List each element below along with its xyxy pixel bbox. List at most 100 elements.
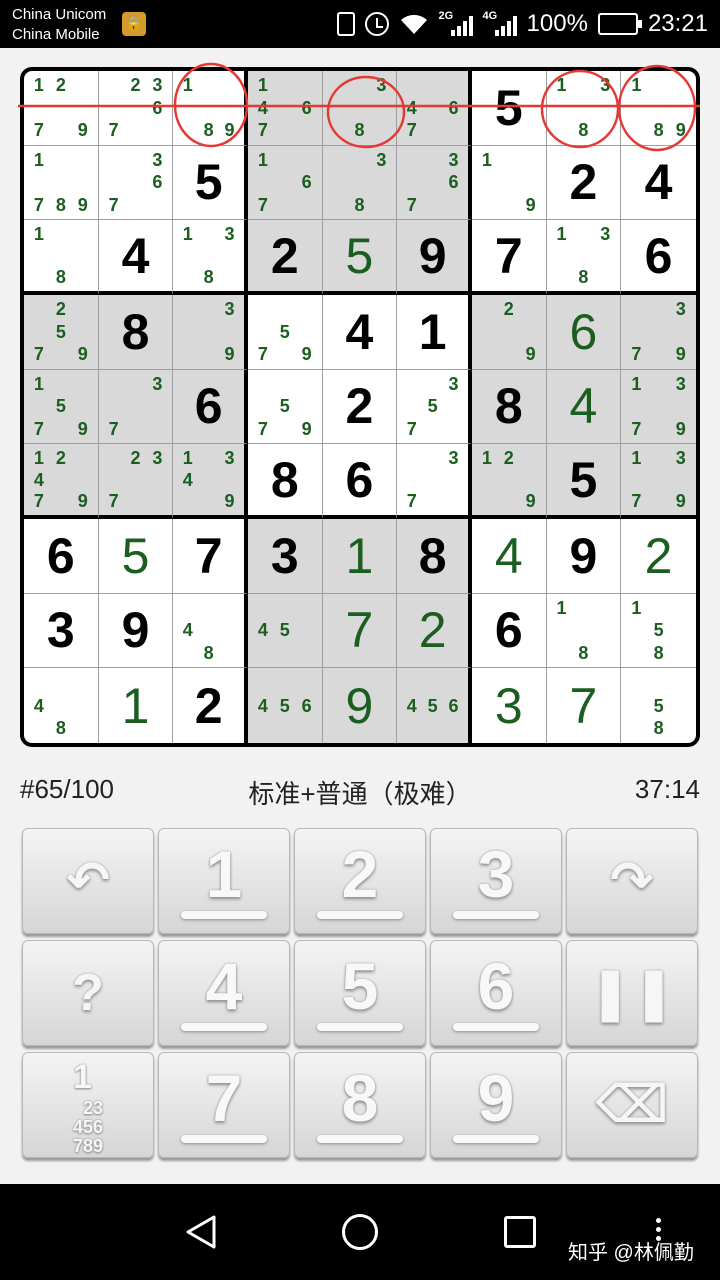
cell-r5c5[interactable]: 2 bbox=[322, 369, 398, 445]
cell-r4c3[interactable]: 39 bbox=[173, 294, 248, 370]
pause-button[interactable]: ❚❚ bbox=[566, 940, 698, 1046]
cell-r7c7[interactable]: 4 bbox=[471, 518, 547, 594]
cell-r7c6[interactable]: 8 bbox=[397, 518, 472, 594]
cell-r6c4[interactable]: 8 bbox=[247, 444, 323, 519]
cell-r2c9[interactable]: 4 bbox=[621, 146, 696, 221]
cell-r5c6[interactable]: 357 bbox=[397, 369, 472, 445]
more-options-icon[interactable] bbox=[656, 1218, 662, 1245]
cell-r4c4[interactable]: 57 9 bbox=[247, 294, 323, 370]
cell-r6c8[interactable]: 5 bbox=[546, 444, 622, 519]
digit-key-2[interactable]: 2 bbox=[294, 828, 426, 934]
cell-r6c6[interactable]: 37 bbox=[397, 444, 472, 519]
digit-key-6[interactable]: 6 bbox=[430, 940, 562, 1046]
cell-r4c6[interactable]: 1 bbox=[397, 294, 472, 370]
cell-r3c3[interactable]: 1 3 8 bbox=[173, 220, 248, 295]
cell-r3c5[interactable]: 5 bbox=[322, 220, 398, 295]
recent-apps-nav-icon[interactable] bbox=[504, 1216, 536, 1248]
cell-r9c3[interactable]: 2 bbox=[173, 668, 248, 743]
cell-r6c5[interactable]: 6 bbox=[322, 444, 398, 519]
back-nav-icon[interactable] bbox=[184, 1214, 218, 1250]
cell-r7c4[interactable]: 3 bbox=[247, 518, 323, 594]
hint-button[interactable]: ? bbox=[22, 940, 154, 1046]
cell-r9c5[interactable]: 9 bbox=[322, 668, 398, 743]
cell-r8c9[interactable]: 158 bbox=[621, 594, 696, 669]
cell-r1c6[interactable]: 4 6 7 bbox=[397, 71, 472, 146]
cell-r5c2[interactable]: 37 bbox=[98, 369, 174, 445]
cell-r2c2[interactable]: 36 7 bbox=[98, 145, 174, 221]
cell-r1c7[interactable]: 5 bbox=[471, 71, 547, 146]
cell-r3c4[interactable]: 2 bbox=[247, 220, 323, 295]
cell-r4c2[interactable]: 8 bbox=[98, 294, 174, 370]
cell-r4c8[interactable]: 6 bbox=[546, 294, 622, 370]
redo-button[interactable]: ↷ bbox=[566, 828, 698, 934]
cell-r7c9[interactable]: 2 bbox=[621, 519, 696, 594]
cell-r8c1[interactable]: 3 bbox=[24, 593, 99, 669]
cell-r8c6[interactable]: 2 bbox=[397, 593, 472, 669]
erase-button[interactable]: ⌫ bbox=[566, 1052, 698, 1158]
cell-r9c8[interactable]: 7 bbox=[547, 668, 622, 743]
pencil-mode-button[interactable]: 1 23 456 789 bbox=[22, 1052, 154, 1158]
cell-r6c1[interactable]: 1247 9 bbox=[24, 444, 99, 519]
cell-r3c7[interactable]: 7 bbox=[471, 220, 547, 295]
cell-r6c7[interactable]: 12 9 bbox=[471, 444, 547, 519]
cell-r6c2[interactable]: 23 7 bbox=[98, 444, 174, 519]
digit-key-9[interactable]: 9 bbox=[430, 1052, 562, 1158]
cell-r5c7[interactable]: 8 bbox=[471, 369, 547, 445]
cell-r6c9[interactable]: 1 3 7 9 bbox=[621, 444, 696, 519]
cell-r1c5[interactable]: 38 bbox=[322, 71, 398, 146]
cell-r3c2[interactable]: 4 bbox=[98, 220, 174, 295]
cell-r2c3[interactable]: 5 bbox=[173, 145, 248, 221]
cell-r4c5[interactable]: 4 bbox=[322, 294, 398, 370]
cell-r9c6[interactable]: 456 bbox=[397, 668, 472, 743]
digit-key-7[interactable]: 7 bbox=[158, 1052, 290, 1158]
cell-r8c2[interactable]: 9 bbox=[98, 593, 174, 669]
cell-r2c4[interactable]: 1 6 7 bbox=[247, 145, 323, 221]
cell-r1c8[interactable]: 1 3 8 bbox=[546, 71, 622, 146]
digit-key-5[interactable]: 5 bbox=[294, 940, 426, 1046]
cell-r9c9[interactable]: 58 bbox=[621, 668, 696, 743]
cell-r1c4[interactable]: 14 6 7 bbox=[247, 71, 323, 146]
cell-r3c6[interactable]: 9 bbox=[397, 220, 472, 295]
cell-r2c6[interactable]: 36 7 bbox=[397, 145, 472, 221]
cell-r3c1[interactable]: 18 bbox=[24, 220, 99, 295]
home-nav-icon[interactable] bbox=[342, 1214, 378, 1250]
cell-r5c9[interactable]: 1 3 7 9 bbox=[621, 369, 696, 445]
cell-r5c8[interactable]: 4 bbox=[546, 369, 622, 445]
cell-r7c3[interactable]: 7 bbox=[173, 518, 248, 594]
cell-r7c1[interactable]: 6 bbox=[24, 518, 99, 594]
cell-r8c4[interactable]: 45 bbox=[247, 593, 323, 669]
cell-r1c1[interactable]: 12 7 9 bbox=[24, 71, 99, 146]
cell-r7c8[interactable]: 9 bbox=[546, 518, 622, 594]
cell-r7c5[interactable]: 1 bbox=[322, 518, 398, 594]
cell-r9c4[interactable]: 456 bbox=[247, 668, 323, 743]
cell-r4c9[interactable]: 3 7 9 bbox=[621, 294, 696, 370]
cell-r1c3[interactable]: 1 89 bbox=[173, 71, 248, 146]
undo-button[interactable]: ↶ bbox=[22, 828, 154, 934]
digit-key-3[interactable]: 3 bbox=[430, 828, 562, 934]
cell-r2c7[interactable]: 19 bbox=[471, 145, 547, 221]
cell-r4c7[interactable]: 29 bbox=[471, 294, 547, 370]
cell-r1c9[interactable]: 1 89 bbox=[621, 71, 696, 146]
cell-r2c5[interactable]: 38 bbox=[322, 145, 398, 221]
digit-key-4[interactable]: 4 bbox=[158, 940, 290, 1046]
digit-key-8[interactable]: 8 bbox=[294, 1052, 426, 1158]
cell-r7c2[interactable]: 5 bbox=[98, 518, 174, 594]
cell-r5c1[interactable]: 1579 bbox=[24, 369, 99, 445]
cell-r9c1[interactable]: 48 bbox=[24, 668, 99, 743]
cell-r2c8[interactable]: 2 bbox=[546, 145, 622, 221]
cell-r6c3[interactable]: 1 3 4 9 bbox=[173, 444, 248, 519]
cell-r8c5[interactable]: 7 bbox=[322, 593, 398, 669]
cell-r8c8[interactable]: 18 bbox=[546, 593, 622, 669]
cell-r5c4[interactable]: 57 9 bbox=[247, 369, 323, 445]
cell-r8c3[interactable]: 48 bbox=[173, 593, 248, 669]
cell-r8c7[interactable]: 6 bbox=[471, 593, 547, 669]
cell-r4c1[interactable]: 257 9 bbox=[24, 294, 99, 370]
cell-r3c9[interactable]: 6 bbox=[621, 220, 696, 295]
digit-key-1[interactable]: 1 bbox=[158, 828, 290, 934]
cell-r1c2[interactable]: 236 7 bbox=[98, 71, 174, 146]
cell-r2c1[interactable]: 1789 bbox=[24, 145, 99, 221]
cell-r9c7[interactable]: 3 bbox=[472, 668, 547, 743]
cell-r3c8[interactable]: 1 3 8 bbox=[546, 220, 622, 295]
cell-r9c2[interactable]: 1 bbox=[99, 668, 174, 743]
cell-r5c3[interactable]: 6 bbox=[173, 369, 248, 445]
